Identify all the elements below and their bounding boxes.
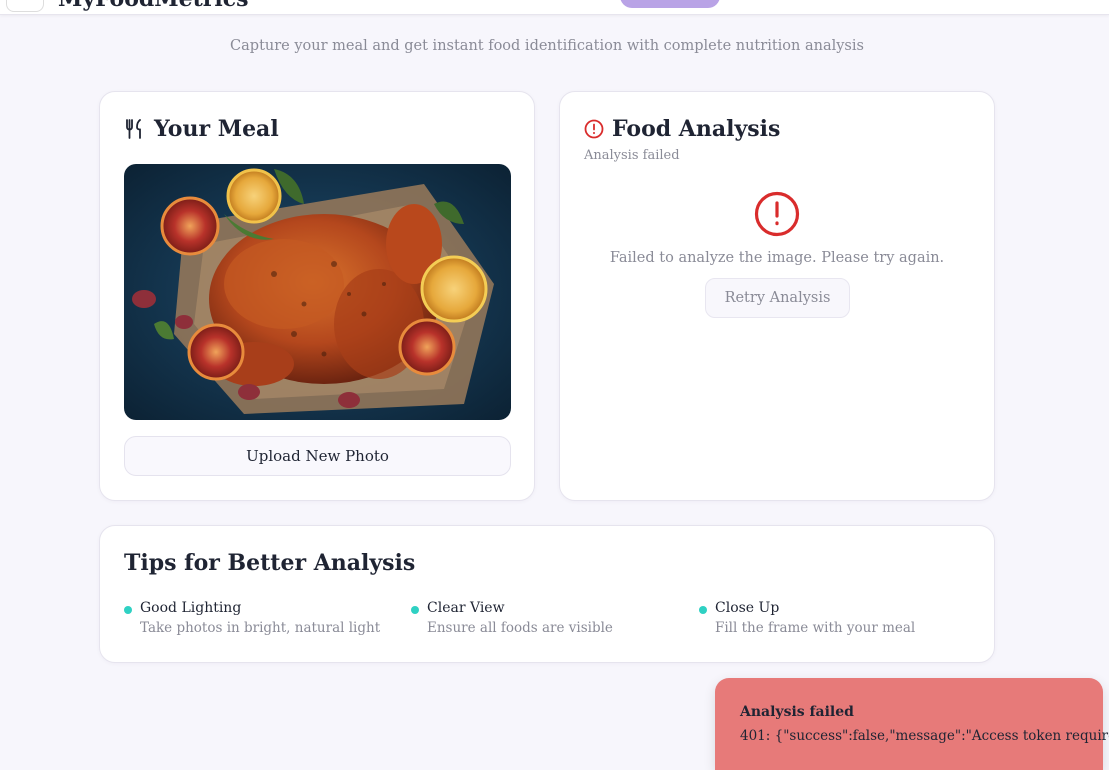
top-navbar: MyFoodMetrics xyxy=(0,0,1109,15)
toast-title: Analysis failed xyxy=(740,704,854,720)
retry-analysis-button[interactable]: Retry Analysis xyxy=(705,278,850,318)
logo-icon[interactable] xyxy=(6,0,44,12)
analysis-status-text: Analysis failed xyxy=(584,148,680,163)
tip-bullet-icon xyxy=(411,606,419,614)
analysis-card-header: Food Analysis xyxy=(584,116,780,142)
tips-card: Tips for Better Analysis Good Lighting T… xyxy=(99,525,995,663)
tip-bullet-icon xyxy=(124,606,132,614)
tip-description: Ensure all foods are visible xyxy=(427,620,613,636)
upload-photo-button[interactable]: Upload New Photo xyxy=(124,436,511,476)
brand-name[interactable]: MyFoodMetrics xyxy=(58,0,249,12)
tip-label: Good Lighting xyxy=(140,600,242,616)
meal-card-header: Your Meal xyxy=(124,116,279,142)
analysis-card: Food Analysis Analysis failed Failed to … xyxy=(559,91,995,501)
tip-description: Take photos in bright, natural light xyxy=(140,620,381,636)
meal-card: Your Meal Upload New Photo xyxy=(99,91,535,501)
meal-photo xyxy=(124,164,511,420)
error-toast[interactable]: Analysis failed 401: {"success":false,"m… xyxy=(715,678,1109,770)
tips-title: Tips for Better Analysis xyxy=(124,550,416,576)
error-message: Failed to analyze the image. Please try … xyxy=(609,250,945,266)
tip-label: Close Up xyxy=(715,600,780,616)
tip-label: Clear View xyxy=(427,600,505,616)
meal-card-title: Your Meal xyxy=(154,116,279,142)
utensils-icon xyxy=(124,118,146,140)
alert-circle-icon xyxy=(584,119,604,139)
page-subtitle: Capture your meal and get instant food i… xyxy=(230,38,864,54)
tip-description: Fill the frame with your meal xyxy=(715,620,916,636)
analysis-card-title: Food Analysis xyxy=(612,116,781,142)
toast-message: 401: {"success":false,"message":"Access … xyxy=(740,728,1109,744)
nav-active-button[interactable] xyxy=(620,0,720,8)
error-alert-icon xyxy=(754,191,800,237)
tip-bullet-icon xyxy=(699,606,707,614)
